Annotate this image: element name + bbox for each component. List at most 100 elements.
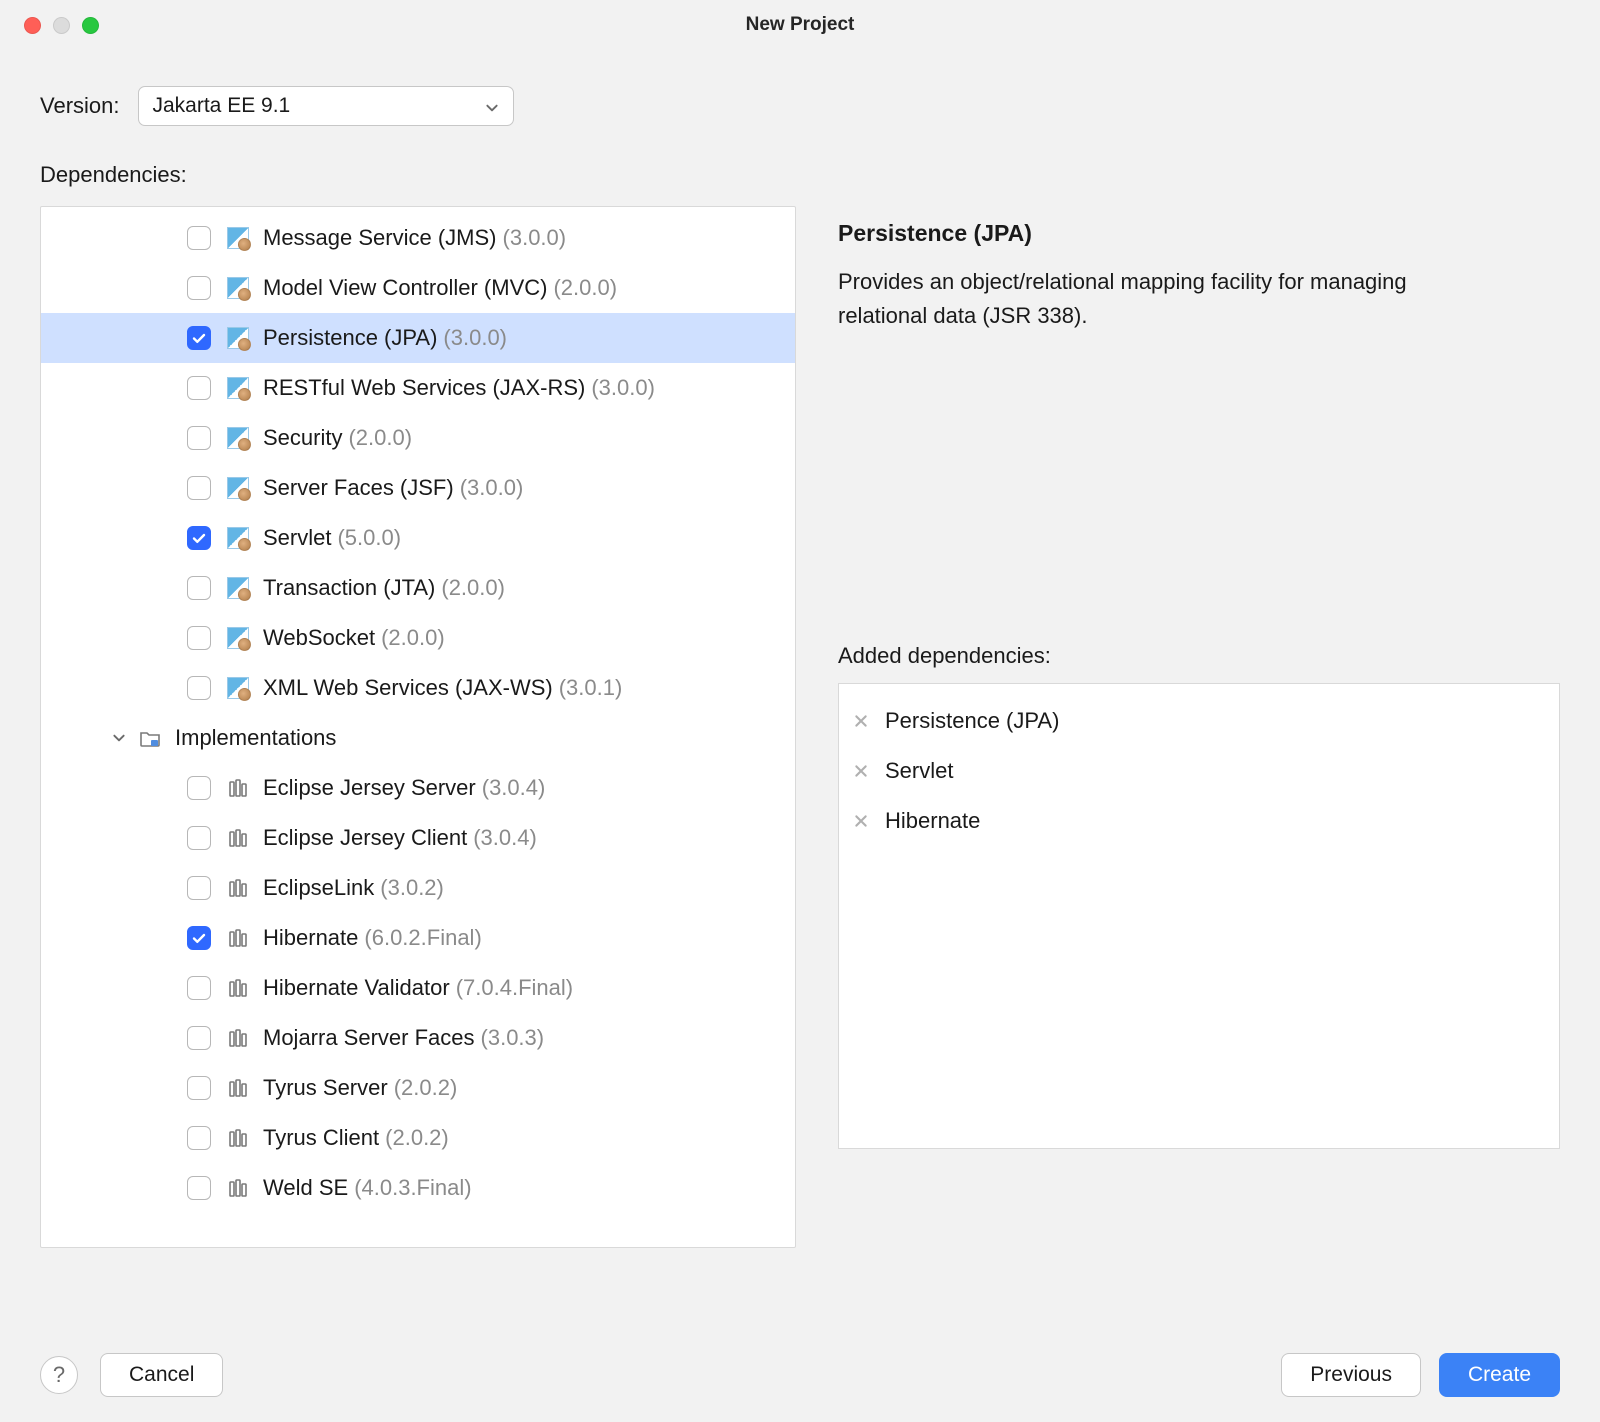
library-icon bbox=[227, 1027, 249, 1049]
dependencies-tree[interactable]: Message Service (JMS) (3.0.0)Model View … bbox=[41, 207, 795, 1247]
added-dependency-name: Hibernate bbox=[885, 808, 980, 834]
spec-item[interactable]: WebSocket (2.0.0) bbox=[41, 613, 795, 663]
added-dependency-row: Servlet bbox=[853, 746, 1545, 796]
impl-version: (2.0.2) bbox=[394, 1075, 458, 1101]
added-dependency-row: Hibernate bbox=[853, 796, 1545, 846]
dialog-content: Version: Jakarta EE 9.1 Dependencies: Me… bbox=[0, 50, 1600, 1328]
spec-item[interactable]: Message Service (JMS) (3.0.0) bbox=[41, 213, 795, 263]
checkbox[interactable] bbox=[187, 1176, 211, 1200]
dependencies-tree-panel: Message Service (JMS) (3.0.0)Model View … bbox=[40, 206, 796, 1248]
version-label: Version: bbox=[40, 93, 120, 119]
dependency-detail-title: Persistence (JPA) bbox=[838, 220, 1560, 247]
library-icon bbox=[227, 927, 249, 949]
impl-version: (3.0.3) bbox=[481, 1025, 545, 1051]
remove-dependency-icon[interactable] bbox=[853, 814, 869, 828]
spec-name: XML Web Services (JAX-WS) bbox=[263, 675, 553, 701]
spec-item[interactable]: Server Faces (JSF) (3.0.0) bbox=[41, 463, 795, 513]
checkbox[interactable] bbox=[187, 1026, 211, 1050]
added-dependencies-section: Added dependencies: Persistence (JPA)Ser… bbox=[838, 643, 1560, 1149]
dependency-details-panel: Persistence (JPA) Provides an object/rel… bbox=[838, 206, 1560, 1248]
impl-item[interactable]: Hibernate (6.0.2.Final) bbox=[41, 913, 795, 963]
spec-version: (2.0.0) bbox=[441, 575, 505, 601]
checkbox[interactable] bbox=[187, 476, 211, 500]
spec-version: (3.0.0) bbox=[591, 375, 655, 401]
checkbox[interactable] bbox=[187, 426, 211, 450]
dependencies-label: Dependencies: bbox=[40, 162, 1560, 188]
version-select[interactable]: Jakarta EE 9.1 bbox=[138, 86, 514, 126]
impl-version: (3.0.2) bbox=[380, 875, 444, 901]
impl-version: (7.0.4.Final) bbox=[456, 975, 573, 1001]
impl-name: Eclipse Jersey Client bbox=[263, 825, 467, 851]
spec-item[interactable]: Security (2.0.0) bbox=[41, 413, 795, 463]
jakarta-spec-icon bbox=[227, 527, 249, 549]
checkbox[interactable] bbox=[187, 776, 211, 800]
spec-name: Persistence (JPA) bbox=[263, 325, 437, 351]
impl-item[interactable]: Eclipse Jersey Client (3.0.4) bbox=[41, 813, 795, 863]
spec-item[interactable]: RESTful Web Services (JAX-RS) (3.0.0) bbox=[41, 363, 795, 413]
checkbox[interactable] bbox=[187, 526, 211, 550]
impl-item[interactable]: Tyrus Client (2.0.2) bbox=[41, 1113, 795, 1163]
create-button[interactable]: Create bbox=[1439, 1353, 1560, 1397]
jakarta-spec-icon bbox=[227, 327, 249, 349]
impl-item[interactable]: Hibernate Validator (7.0.4.Final) bbox=[41, 963, 795, 1013]
checkbox[interactable] bbox=[187, 1126, 211, 1150]
checkbox[interactable] bbox=[187, 926, 211, 950]
library-icon bbox=[227, 1127, 249, 1149]
checkbox[interactable] bbox=[187, 576, 211, 600]
spec-name: Transaction (JTA) bbox=[263, 575, 435, 601]
implementations-group[interactable]: Implementations bbox=[41, 713, 795, 763]
impl-item[interactable]: EclipseLink (3.0.2) bbox=[41, 863, 795, 913]
dialog-footer: ? Cancel Previous Create bbox=[0, 1328, 1600, 1422]
added-dependency-name: Persistence (JPA) bbox=[885, 708, 1059, 734]
impl-item[interactable]: Mojarra Server Faces (3.0.3) bbox=[41, 1013, 795, 1063]
spec-name: Server Faces (JSF) bbox=[263, 475, 454, 501]
checkbox[interactable] bbox=[187, 976, 211, 1000]
spec-name: Servlet bbox=[263, 525, 331, 551]
jakarta-spec-icon bbox=[227, 627, 249, 649]
impl-name: Tyrus Server bbox=[263, 1075, 388, 1101]
group-label: Implementations bbox=[175, 725, 336, 751]
impl-name: EclipseLink bbox=[263, 875, 374, 901]
remove-dependency-icon[interactable] bbox=[853, 714, 869, 728]
checkbox[interactable] bbox=[187, 676, 211, 700]
chevron-down-icon bbox=[485, 97, 499, 111]
library-icon bbox=[227, 1177, 249, 1199]
window-title: New Project bbox=[0, 14, 1600, 36]
spec-name: Message Service (JMS) bbox=[263, 225, 497, 251]
checkbox[interactable] bbox=[187, 826, 211, 850]
spec-item[interactable]: Transaction (JTA) (2.0.0) bbox=[41, 563, 795, 613]
jakarta-spec-icon bbox=[227, 577, 249, 599]
expand-toggle-icon[interactable] bbox=[111, 730, 127, 746]
remove-dependency-icon[interactable] bbox=[853, 764, 869, 778]
checkbox[interactable] bbox=[187, 1076, 211, 1100]
checkbox[interactable] bbox=[187, 876, 211, 900]
checkbox[interactable] bbox=[187, 226, 211, 250]
spec-item[interactable]: Persistence (JPA) (3.0.0) bbox=[41, 313, 795, 363]
impl-name: Hibernate bbox=[263, 925, 358, 951]
spec-name: Security bbox=[263, 425, 342, 451]
checkbox[interactable] bbox=[187, 326, 211, 350]
spec-item[interactable]: Servlet (5.0.0) bbox=[41, 513, 795, 563]
impl-name: Tyrus Client bbox=[263, 1125, 379, 1151]
spec-name: Model View Controller (MVC) bbox=[263, 275, 547, 301]
new-project-dialog: New Project Version: Jakarta EE 9.1 Depe… bbox=[0, 0, 1600, 1422]
previous-button[interactable]: Previous bbox=[1281, 1353, 1421, 1397]
checkbox[interactable] bbox=[187, 626, 211, 650]
impl-item[interactable]: Eclipse Jersey Server (3.0.4) bbox=[41, 763, 795, 813]
impl-name: Eclipse Jersey Server bbox=[263, 775, 476, 801]
dependency-detail-description: Provides an object/relational mapping fa… bbox=[838, 265, 1478, 333]
impl-item[interactable]: Tyrus Server (2.0.2) bbox=[41, 1063, 795, 1113]
spec-item[interactable]: Model View Controller (MVC) (2.0.0) bbox=[41, 263, 795, 313]
spec-version: (5.0.0) bbox=[337, 525, 401, 551]
help-button[interactable]: ? bbox=[40, 1356, 78, 1394]
spec-version: (3.0.0) bbox=[503, 225, 567, 251]
checkbox[interactable] bbox=[187, 276, 211, 300]
cancel-button[interactable]: Cancel bbox=[100, 1353, 223, 1397]
spec-item[interactable]: XML Web Services (JAX-WS) (3.0.1) bbox=[41, 663, 795, 713]
version-value: Jakarta EE 9.1 bbox=[153, 94, 291, 118]
checkbox[interactable] bbox=[187, 376, 211, 400]
library-icon bbox=[227, 1077, 249, 1099]
impl-version: (2.0.2) bbox=[385, 1125, 449, 1151]
impl-item[interactable]: Weld SE (4.0.3.Final) bbox=[41, 1163, 795, 1213]
impl-name: Weld SE bbox=[263, 1175, 348, 1201]
